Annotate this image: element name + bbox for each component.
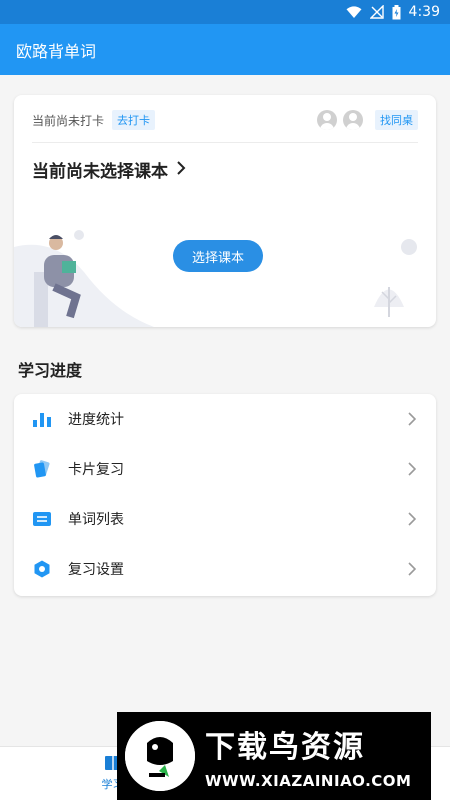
bird-logo-icon — [125, 721, 195, 791]
cards-icon — [32, 459, 52, 479]
battery-icon — [392, 4, 401, 20]
textbook-title: 当前尚未选择课本 — [32, 162, 168, 182]
bar-chart-icon — [32, 409, 52, 429]
textbook-card: 当前尚未打卡 去打卡 找同桌 当前尚未选择课本 选择课本 — [14, 95, 436, 327]
chevron-right-icon — [408, 412, 416, 426]
reading-person-illustration — [14, 230, 417, 327]
menu-item-card-review[interactable]: 卡片复习 — [14, 444, 436, 494]
menu-item-review-settings[interactable]: 复习设置 — [14, 544, 436, 594]
status-bar: 4:39 — [0, 0, 450, 24]
menu-item-progress-stats[interactable]: 进度统计 — [14, 394, 436, 444]
menu-item-word-list[interactable]: 单词列表 — [14, 494, 436, 544]
chevron-right-icon — [408, 562, 416, 576]
watermark-text: 下载鸟资源 WWW.XIAZAINIAO.COM — [205, 722, 411, 790]
menu-label: 卡片复习 — [68, 462, 124, 478]
status-time: 4:39 — [408, 4, 440, 20]
avatar-placeholder-icon — [343, 110, 363, 130]
chevron-right-icon — [176, 160, 186, 180]
list-icon — [32, 509, 52, 529]
watermark-title: 下载鸟资源 — [205, 730, 365, 765]
no-signal-icon — [369, 5, 384, 19]
menu-label: 单词列表 — [68, 512, 124, 528]
watermark-banner: 下载鸟资源 WWW.XIAZAINIAO.COM — [117, 712, 431, 800]
hexagon-settings-icon — [32, 559, 52, 579]
section-title: 学习进度 — [18, 361, 83, 380]
menu-label: 进度统计 — [68, 412, 124, 428]
progress-menu: 进度统计 卡片复习 单词列表 复习设置 — [14, 394, 436, 596]
chevron-right-icon — [408, 462, 416, 476]
divider — [32, 142, 418, 143]
watermark-url: WWW.XIAZAINIAO.COM — [205, 772, 412, 790]
find-desk-mate-button[interactable]: 找同桌 — [375, 110, 418, 130]
app-bar: 欧路背单词 — [0, 24, 450, 75]
desk-mates — [317, 110, 363, 130]
app-title: 欧路背单词 — [16, 41, 97, 61]
textbook-selector[interactable]: 当前尚未选择课本 — [32, 157, 186, 182]
menu-label: 复习设置 — [68, 562, 124, 578]
chevron-right-icon — [408, 512, 416, 526]
avatar-placeholder-icon — [317, 110, 337, 130]
checkin-row: 当前尚未打卡 去打卡 找同桌 — [32, 109, 418, 131]
checkin-status: 当前尚未打卡 — [32, 113, 105, 128]
checkin-button[interactable]: 去打卡 — [112, 110, 156, 130]
wifi-icon — [346, 5, 362, 19]
